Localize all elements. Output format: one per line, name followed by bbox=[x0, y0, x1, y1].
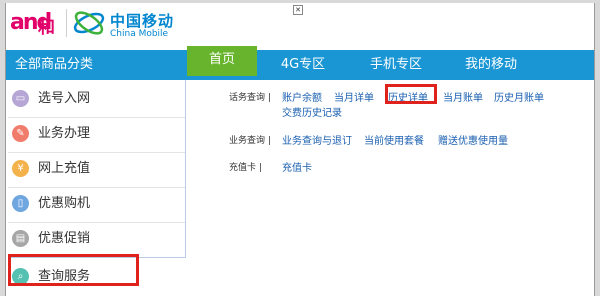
phone-icon: ▯ bbox=[12, 195, 29, 212]
ticket-icon: ▤ bbox=[12, 230, 29, 247]
site-header: and 和 中国移动 China Mobile ✕ bbox=[6, 3, 594, 43]
sidebar-item-label: 业务办理 bbox=[38, 126, 91, 141]
and-logo-char: 和 bbox=[38, 18, 55, 38]
link-current-month-detail[interactable]: 当月详单 bbox=[334, 89, 374, 104]
yen-icon: ¥ bbox=[12, 160, 29, 177]
all-categories-title[interactable]: 全部商品分类 bbox=[6, 50, 186, 80]
brand-name-cn: 中国移动 bbox=[110, 12, 175, 30]
link-current-month-bill[interactable]: 当月账单 bbox=[443, 89, 483, 104]
pencil-icon: ✎ bbox=[12, 125, 29, 142]
sidebar-item-buy-phone[interactable]: ▯ 优惠购机 bbox=[8, 187, 186, 221]
row-label-business-query: 业务查询 | bbox=[229, 136, 271, 146]
and-logo[interactable]: and 和 bbox=[10, 6, 62, 40]
main-navbar: 全部商品分类 首页 4G专区 手机专区 我的移动 bbox=[6, 46, 594, 80]
row-label-recharge-card: 充值卡 | bbox=[229, 163, 262, 173]
card-icon: ▭ bbox=[12, 90, 29, 107]
highlight-box-history-detail bbox=[385, 84, 437, 104]
tab-my-mobile[interactable]: 我的移动 bbox=[451, 50, 531, 80]
link-payment-history[interactable]: 交费历史记录 bbox=[282, 104, 342, 119]
sidebar-item-label: 优惠促销 bbox=[38, 231, 91, 246]
logo-divider bbox=[66, 9, 67, 37]
link-bonus-usage[interactable]: 赠送优惠使用量 bbox=[438, 132, 508, 147]
close-icon[interactable]: ✕ bbox=[293, 5, 303, 15]
menu-content: 话务查询 | 账户余额 当月详单 历史详单 当月账单 历史月账单 交费历史记录 … bbox=[186, 80, 594, 260]
tab-4g[interactable]: 4G专区 bbox=[268, 50, 338, 80]
tab-home[interactable]: 首页 bbox=[187, 46, 257, 76]
link-account-balance[interactable]: 账户余额 bbox=[282, 89, 322, 104]
sidebar-item-label: 优惠购机 bbox=[38, 196, 91, 211]
china-mobile-logo[interactable]: 中国移动 China Mobile bbox=[72, 7, 212, 41]
link-current-plan[interactable]: 当前使用套餐 bbox=[364, 132, 424, 147]
sidebar-item-business[interactable]: ✎ 业务办理 bbox=[8, 117, 186, 151]
row-label-call-query: 话务查询 | bbox=[229, 93, 271, 103]
link-business-query-unsubscribe[interactable]: 业务查询与退订 bbox=[282, 132, 352, 147]
sidebar-item-recharge[interactable]: ¥ 网上充值 bbox=[8, 152, 186, 186]
china-mobile-icon bbox=[73, 11, 105, 35]
page: and 和 中国移动 China Mobile ✕ 全部商品分类 首页 4G专区… bbox=[5, 3, 595, 296]
brand-name-en: China Mobile bbox=[110, 29, 169, 39]
sidebar-item-label: 网上充值 bbox=[38, 161, 91, 176]
sidebar-item-label: 选号入网 bbox=[38, 91, 91, 106]
link-history-monthly-bill[interactable]: 历史月账单 bbox=[494, 89, 544, 104]
sidebar-item-promotions[interactable]: ▤ 优惠促销 bbox=[8, 222, 186, 256]
highlight-box-query-service bbox=[8, 254, 139, 286]
link-recharge-card[interactable]: 充值卡 bbox=[282, 159, 312, 174]
tab-phones[interactable]: 手机专区 bbox=[356, 50, 436, 80]
sidebar-item-select-number[interactable]: ▭ 选号入网 bbox=[8, 82, 186, 116]
